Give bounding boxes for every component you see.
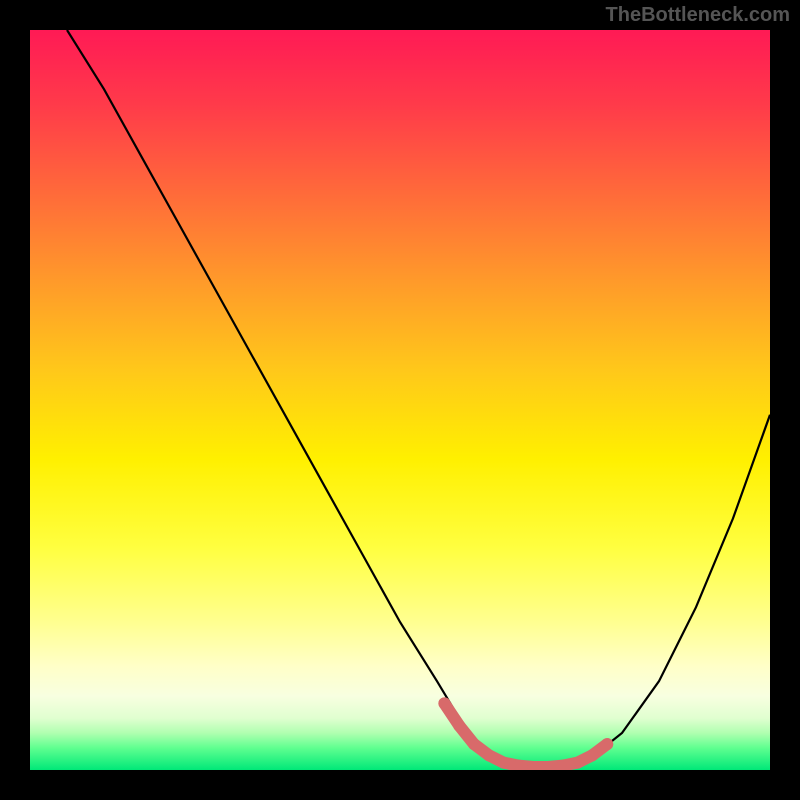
plot-area xyxy=(30,30,770,770)
highlight-dot xyxy=(438,697,450,709)
highlight-dot xyxy=(483,749,495,761)
highlight-dot xyxy=(572,757,584,769)
highlight-dot xyxy=(468,738,480,750)
chart-svg xyxy=(30,30,770,770)
bottleneck-curve xyxy=(67,30,770,769)
highlight-dots xyxy=(438,697,613,770)
highlight-dot xyxy=(453,720,465,732)
watermark-text: TheBottleneck.com xyxy=(606,4,790,27)
highlight-dot xyxy=(601,738,613,750)
highlight-dot xyxy=(498,757,510,769)
highlight-dot xyxy=(586,749,598,761)
highlight-stroke xyxy=(444,703,607,767)
